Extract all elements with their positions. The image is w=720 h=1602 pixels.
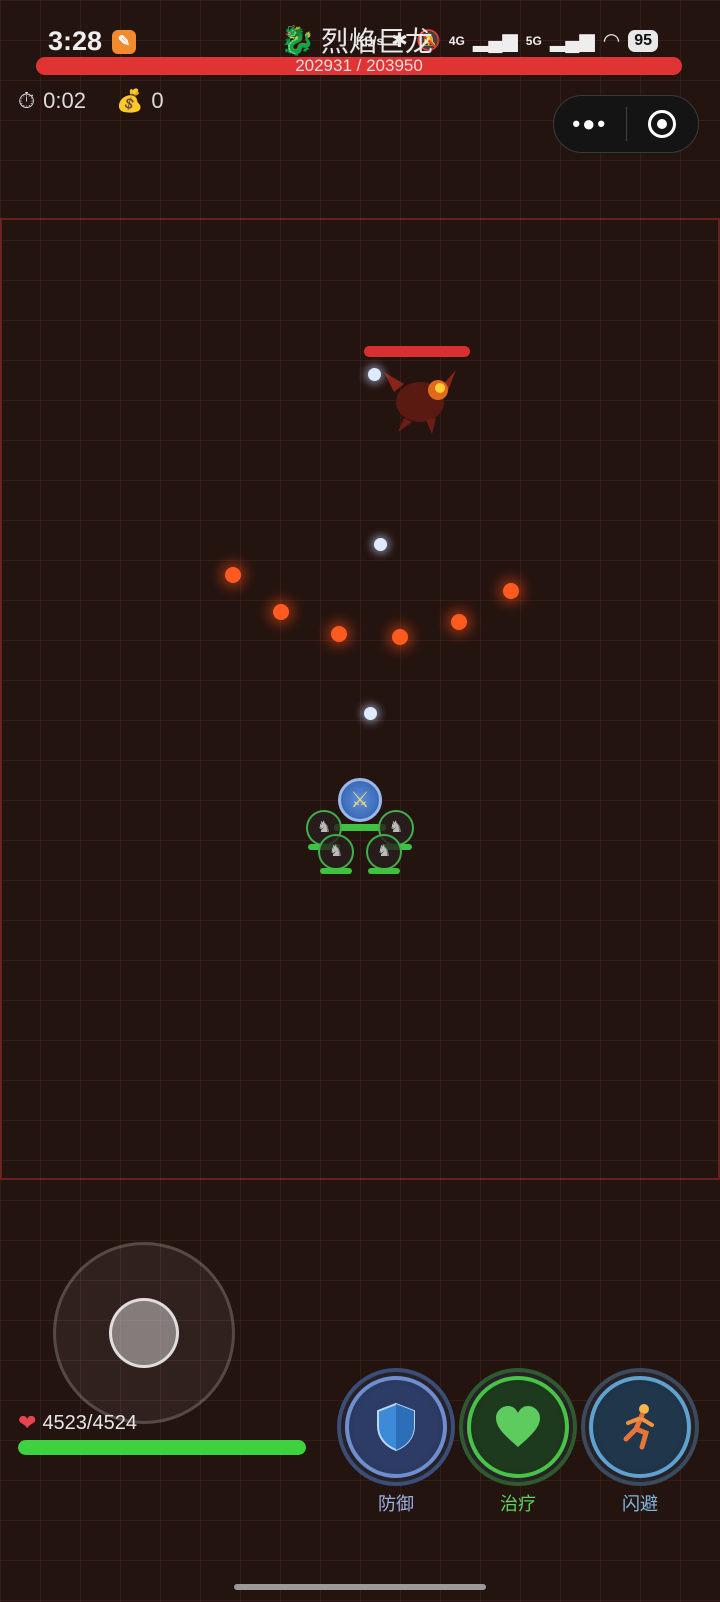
- fire-orb: [451, 614, 467, 630]
- fire-dragon-sprite: [384, 370, 456, 434]
- player-hp-text: 4523/4524: [42, 1411, 137, 1434]
- battery-indicator: 95: [628, 29, 658, 52]
- player-bullet: [374, 538, 387, 551]
- boss-title: 🐉 烈焰巨龙: [280, 20, 433, 60]
- boss-name: 烈焰巨龙: [320, 26, 433, 57]
- fire-orb: [225, 567, 241, 583]
- running-icon: [623, 1404, 654, 1450]
- home-indicator[interactable]: [234, 1584, 486, 1590]
- target-icon: [648, 110, 677, 138]
- close-mini-program-button[interactable]: [627, 110, 699, 138]
- ally-hp-bar: [320, 868, 352, 874]
- more-dots-icon[interactable]: •●•: [554, 111, 626, 137]
- fire-orb: [273, 604, 289, 620]
- ally-unit: ♞: [366, 834, 402, 870]
- heart-icon: [496, 1406, 540, 1447]
- skill-label: 防御: [378, 1494, 414, 1514]
- player-hp: ❤ 4523/4524: [18, 1410, 137, 1436]
- hud-stats: ⏱ 0:02 💰 0: [18, 88, 164, 114]
- fire-orb: [503, 583, 519, 599]
- player-bullet: [364, 707, 377, 720]
- player-hp-bar: [18, 1440, 306, 1455]
- fire-orb: [331, 626, 347, 642]
- ally-unit: ♞: [318, 834, 354, 870]
- player-bullet: [368, 368, 381, 381]
- app-notification-icon: ✎: [112, 30, 136, 54]
- hero-swords-icon: ⚔: [338, 778, 382, 822]
- wifi-icon: ◠: [602, 30, 621, 52]
- money-bag-icon: 💰: [116, 88, 144, 113]
- player-hp-fill: [18, 1440, 306, 1455]
- dodge-skill-button[interactable]: 闪避: [581, 1368, 699, 1516]
- skill-label: 治疗: [500, 1494, 536, 1514]
- shield-icon: [377, 1402, 415, 1452]
- signal-icon: ▂▄▆: [549, 30, 595, 52]
- heal-skill-button[interactable]: 治疗: [459, 1368, 577, 1516]
- battle-arena: [0, 218, 720, 1180]
- gold-value: 0: [151, 88, 164, 113]
- joystick-knob[interactable]: [109, 1298, 179, 1368]
- dragon-icon: 🐉: [280, 24, 315, 56]
- boss-hp-text: 202931 / 203950: [295, 56, 423, 75]
- heart-icon: ❤: [18, 1410, 37, 1435]
- ally-hp-bar: [368, 868, 400, 874]
- mini-program-capsule: •●•: [553, 95, 699, 153]
- signal-4g-label: 4G: [448, 33, 465, 48]
- fire-orb: [392, 629, 408, 645]
- signal-icon: ▂▄▆: [472, 30, 518, 52]
- enemy-hp-bar: [364, 346, 470, 357]
- stopwatch-icon: ⏱: [18, 88, 36, 113]
- status-time: 3:28: [48, 26, 103, 56]
- skill-label: 闪避: [622, 1494, 658, 1514]
- boss-hp-bar: 202931 / 203950: [36, 57, 682, 75]
- defend-skill-button[interactable]: 防御: [337, 1368, 455, 1516]
- timer-value: 0:02: [43, 88, 86, 113]
- signal-5g-label: 5G: [525, 33, 542, 48]
